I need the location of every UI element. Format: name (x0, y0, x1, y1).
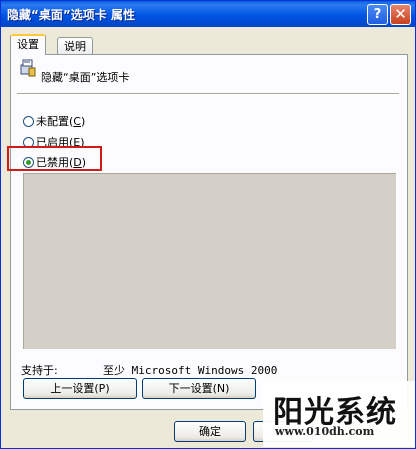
previous-setting-button[interactable]: 上一设置(P) (23, 378, 137, 399)
close-button[interactable]: ✕ (390, 4, 411, 25)
tab-explain[interactable]: 说明 (57, 37, 93, 55)
separator (17, 93, 399, 95)
radio-not-configured[interactable]: 未配置(C) (23, 113, 85, 129)
watermark: 阳光系统 www.010dh.com (263, 381, 415, 447)
radio-label: 未配置 (36, 115, 69, 128)
watermark-url: www.010dh.com (275, 425, 375, 438)
window-title: 隐藏“桌面”选项卡 属性 (7, 8, 135, 22)
access-key: C (73, 115, 81, 128)
title-bar[interactable]: 隐藏“桌面”选项卡 属性 ? ✕ (1, 1, 415, 27)
ok-button[interactable]: 确定 (174, 421, 246, 442)
settings-panel: 隐藏“桌面”选项卡 未配置(C) 已启用(E) 已禁用(D) (10, 54, 408, 410)
next-setting-button[interactable]: 下一设置(N) (142, 378, 256, 399)
tab-settings[interactable]: 设置 (10, 34, 46, 55)
policy-icon (20, 59, 36, 77)
help-button[interactable]: ? (367, 4, 388, 25)
support-label: 支持于: (21, 364, 58, 377)
policy-title: 隐藏“桌面”选项卡 (41, 71, 130, 84)
red-highlight-box (7, 146, 102, 171)
explain-area (23, 173, 396, 349)
properties-dialog: 隐藏“桌面”选项卡 属性 ? ✕ 设置 说明 隐藏“桌面”选项卡 未配置(C) … (0, 0, 416, 449)
radio-circle (23, 116, 34, 127)
support-value: 至少 Microsoft Windows 2000 (103, 364, 278, 377)
